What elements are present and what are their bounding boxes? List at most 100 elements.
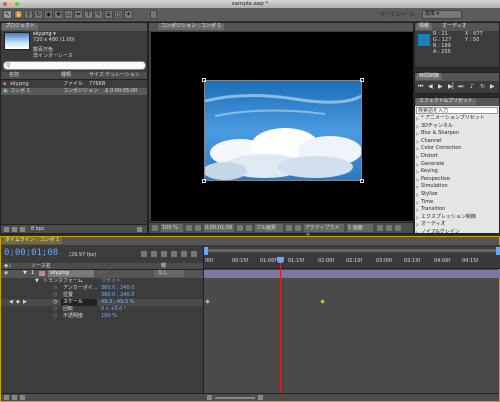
- list-item[interactable]: 3Dチャンネル: [415, 123, 453, 131]
- rotate-tool-icon[interactable]: ↻: [34, 10, 43, 19]
- previous-frame-icon[interactable]: ◀: [428, 83, 433, 90]
- toggle-in-out-icon[interactable]: [20, 395, 25, 400]
- list-item[interactable]: Stylize: [415, 191, 438, 199]
- list-item[interactable]: Transition: [415, 206, 445, 214]
- zoom-out-icon[interactable]: [207, 395, 212, 400]
- play-icon[interactable]: ▶: [438, 83, 443, 90]
- stopwatch-icon[interactable]: ◷: [53, 313, 57, 320]
- timeline-timecode[interactable]: 0;00;01;08: [4, 248, 58, 258]
- list-item[interactable]: ▪ sky.png ファイル 776KB: [1, 81, 147, 88]
- text-tool-icon[interactable]: T: [84, 10, 93, 19]
- list-item[interactable]: ▣ コンポ 1 コンポジション Δ 0:00:05:00: [1, 88, 147, 95]
- frame-blending-icon[interactable]: [181, 251, 187, 257]
- work-area-range[interactable]: [206, 249, 496, 252]
- composition-viewer[interactable]: [151, 32, 413, 221]
- list-item[interactable]: Blur & Sharpen: [415, 130, 459, 138]
- snapshot-icon[interactable]: [237, 225, 243, 231]
- col-type[interactable]: 種類: [61, 72, 71, 79]
- mask-tool-icon[interactable]: ▭: [64, 10, 73, 19]
- table-row[interactable]: ◷ 回転 0 x +0.0 °: [1, 306, 203, 313]
- eraser-tool-icon[interactable]: ◫: [114, 10, 123, 19]
- mask-visibility-icon[interactable]: [195, 225, 201, 231]
- camera-select[interactable]: アクティブカメラ: [304, 224, 344, 239]
- scale-keyframe[interactable]: [318, 297, 327, 306]
- work-area-bar[interactable]: [204, 245, 500, 255]
- list-item[interactable]: Keying: [415, 168, 438, 176]
- layer-handle[interactable]: [202, 179, 206, 183]
- loop-icon[interactable]: ↻: [480, 83, 485, 90]
- next-frame-icon[interactable]: ▶▏: [448, 83, 457, 90]
- timeline-icon[interactable]: [386, 225, 392, 231]
- transparency-grid-icon[interactable]: [295, 225, 301, 231]
- tab-composition[interactable]: コンポジション : コンポ 1: [158, 23, 224, 30]
- view-layout-select[interactable]: 1 画面: [347, 224, 373, 232]
- layer-handle[interactable]: [360, 78, 364, 82]
- layer-handle[interactable]: [202, 78, 206, 82]
- property-value[interactable]: 360.0 , 240.0: [101, 292, 134, 299]
- puppet-tool-icon[interactable]: ✦: [124, 10, 133, 19]
- zoom-tool-icon[interactable]: ⚲: [24, 10, 33, 19]
- flowchart-icon[interactable]: [395, 225, 401, 231]
- last-frame-icon[interactable]: ⏭: [458, 83, 463, 90]
- list-item[interactable]: Time: [415, 199, 433, 207]
- list-item[interactable]: Simulation: [415, 183, 448, 191]
- tab-info[interactable]: 情報: [416, 23, 433, 30]
- col-size[interactable]: サイズ: [89, 72, 104, 79]
- time-ruler[interactable]: 00f 00:15f 01:00f 01:15f 02:00f 02:15f 0…: [204, 255, 500, 269]
- workspace-checkbox[interactable]: [150, 10, 157, 19]
- tab-effects-presets[interactable]: エフェクト&プリセット: [416, 98, 476, 105]
- interpret-footage-icon[interactable]: [4, 227, 9, 232]
- list-item[interactable]: * アニメーションプリセット: [415, 115, 485, 123]
- table-row[interactable]: ◀ ◆ ▶ ◷ スケール 49.3 , 49.3 %: [1, 299, 203, 306]
- comp-mini-flowchart-icon[interactable]: [151, 251, 157, 257]
- region-of-interest-icon[interactable]: [286, 225, 292, 231]
- bpc-label[interactable]: 8 bpc: [31, 226, 45, 233]
- new-composition-icon[interactable]: [20, 227, 25, 232]
- layer-switches-icon[interactable]: ⁄ ／: [101, 270, 108, 277]
- first-frame-icon[interactable]: ⏮: [418, 83, 423, 90]
- ram-preview-icon[interactable]: ▶: [490, 83, 495, 90]
- reset-link[interactable]: リセット: [101, 278, 121, 285]
- layer-name[interactable]: sky.png: [48, 270, 94, 277]
- clone-stamp-tool-icon[interactable]: ⊕: [104, 10, 113, 19]
- motion-blur-icon[interactable]: [191, 251, 197, 257]
- list-item[interactable]: Color Correction: [415, 145, 462, 153]
- zoom-window-button[interactable]: [15, 2, 19, 6]
- fast-previews-icon[interactable]: [377, 225, 383, 231]
- tab-time-controls[interactable]: 時間制御: [416, 73, 443, 80]
- property-value[interactable]: 360.0 , 240.0: [101, 285, 134, 292]
- transform-group-row[interactable]: ▼ トランスフォーム リセット: [1, 278, 203, 285]
- property-value[interactable]: 49.3 , 49.3 %: [101, 299, 134, 306]
- list-item[interactable]: ノイズ&グレイン: [415, 229, 460, 233]
- parent-select[interactable]: なし: [154, 270, 184, 277]
- tab-timeline[interactable]: タイムライン : コンポ 1: [2, 237, 63, 244]
- layer-duration-bar[interactable]: [204, 270, 500, 278]
- sky-image-layer[interactable]: [204, 80, 362, 181]
- col-duration[interactable]: デュレーション: [105, 72, 140, 79]
- col-name[interactable]: 名前: [9, 72, 19, 79]
- expand-layer-icon[interactable]: ▼: [23, 270, 27, 277]
- pan-behind-tool-icon[interactable]: ✥: [54, 10, 63, 19]
- selection-tool-icon[interactable]: ↖: [3, 10, 12, 19]
- show-channel-icon[interactable]: [246, 225, 252, 231]
- project-search-input[interactable]: ⚲: [3, 61, 146, 70]
- list-item[interactable]: Channel: [415, 138, 442, 146]
- search-icon[interactable]: [141, 251, 147, 257]
- table-row[interactable]: ◉ ▼ 1 sky.png ⁄ ／ なし: [1, 270, 203, 278]
- col-parent[interactable]: 親: [161, 263, 166, 270]
- table-row[interactable]: ◷ 不透明度 100 %: [1, 313, 203, 320]
- pen-tool-icon[interactable]: ✒: [74, 10, 83, 19]
- brush-tool-icon[interactable]: ✎: [94, 10, 103, 19]
- col-source-name[interactable]: ソース名: [31, 263, 51, 270]
- toggle-modes-icon[interactable]: [12, 395, 17, 400]
- tab-audio[interactable]: オーディオ: [439, 23, 470, 30]
- close-window-button[interactable]: [3, 2, 7, 6]
- workspace-select[interactable]: 標準 ▾: [422, 10, 462, 19]
- resolution-select[interactable]: フル画質: [255, 224, 283, 232]
- stopwatch-icon[interactable]: ◷: [53, 306, 57, 313]
- trash-icon[interactable]: [137, 227, 142, 232]
- preview-always-icon[interactable]: [152, 225, 158, 231]
- draft-3d-icon[interactable]: [161, 251, 167, 257]
- keyframe-add-icon[interactable]: ◆: [16, 299, 20, 306]
- stopwatch-icon[interactable]: ◷: [53, 299, 57, 306]
